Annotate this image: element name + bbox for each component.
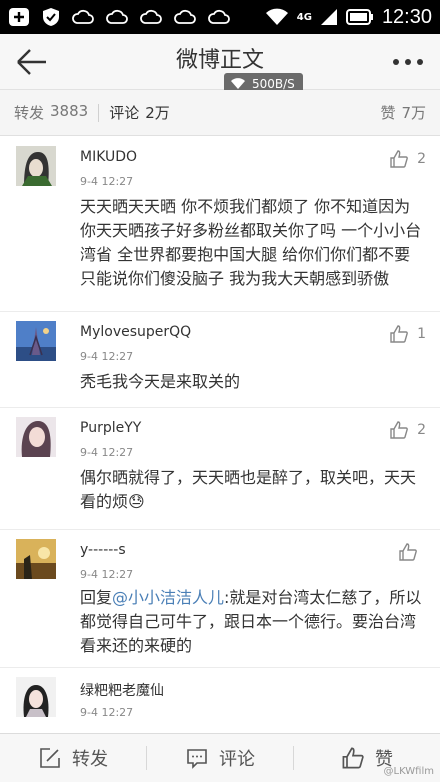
shield-check-icon (43, 8, 59, 26)
comment-like-count: 2 (417, 151, 426, 167)
tab-likes-label: 赞 (380, 104, 396, 122)
thumbs-up-icon (399, 543, 417, 561)
cloud-icon (106, 9, 128, 24)
comment-like-button[interactable]: 2 (389, 420, 426, 440)
mention-link[interactable]: @小小洁洁人儿 (112, 588, 224, 607)
clock: 12:30 (381, 5, 432, 28)
comment-item: PurpleYY 9-4 12:27 2 偶尔晒就得了，天天晒也是醉了，取关吧，… (0, 408, 440, 530)
avatar[interactable] (16, 146, 56, 186)
tab-comments-count: 2万 (145, 104, 170, 122)
repost-label: 转发 (72, 749, 108, 770)
comment-item: 绿粑粑老魔仙 9-4 12:27 (0, 668, 440, 733)
reply-prefix: 回复 (80, 588, 113, 607)
comment-author[interactable]: PurpleYY (80, 420, 141, 436)
thumbs-up-icon (342, 747, 364, 769)
thumbs-up-icon (390, 150, 408, 168)
comment-time: 9-4 12:27 (80, 706, 134, 719)
comment-author[interactable]: y------s (80, 542, 126, 558)
tab-comments[interactable]: 评论 2万 (109, 102, 170, 123)
signal-icon (320, 9, 337, 25)
comment-time: 9-4 12:27 (80, 175, 134, 188)
avatar[interactable] (16, 417, 56, 457)
comment-text-block: 回复@小小洁洁人儿:就是对台湾太仁慈了，所以都觉得自己可牛了，跟日本一个德行。要… (80, 586, 424, 658)
title-bar: 微博正文 (0, 34, 440, 90)
avatar[interactable] (16, 539, 56, 579)
thumbs-up-icon (390, 421, 408, 439)
comment-text: 天天晒天天晒 你不烦我们都烦了 你不知道因为你天天晒孩子好多粉丝都取关你了吗 一… (80, 197, 422, 288)
wifi-icon (265, 8, 288, 25)
cloud-icon (140, 9, 162, 24)
page-title: 微博正文 (175, 48, 264, 73)
more-dots-icon (393, 59, 423, 65)
comment-like-count: 2 (417, 422, 426, 438)
battery-icon (345, 9, 373, 25)
status-bar: 4G 12:30 (0, 0, 440, 34)
tab-reposts-label: 转发 (14, 104, 45, 122)
comment-like-button[interactable] (398, 542, 426, 562)
sweat-emoji-icon: 😓 (128, 492, 145, 511)
comment-author[interactable]: MIKUDO (80, 149, 137, 165)
comment-item: MylovesuperQQ 9-4 12:27 1 秃毛我今天是来取关的 (0, 312, 440, 408)
comment-author[interactable]: 绿粑粑老魔仙 (80, 680, 164, 700)
comment-like-button[interactable]: 1 (389, 324, 426, 344)
comment-author[interactable]: MylovesuperQQ (80, 324, 191, 340)
comment-list[interactable]: MIKUDO 9-4 12:27 2 天天晒天天晒 你不烦我们都烦了 你不知道因… (0, 137, 440, 733)
comment-text-block: 偶尔晒就得了，天天晒也是醉了，取关吧，天天看的烦😓 (80, 466, 424, 514)
post-stats-tabs: 转发 3883 评论 2万 赞 7万 (0, 90, 440, 136)
comment-time: 9-4 12:27 (80, 446, 134, 459)
more-options-button[interactable] (390, 46, 426, 78)
network-type: 4G (296, 11, 312, 23)
avatar[interactable] (16, 321, 56, 361)
comment-time: 9-4 12:27 (80, 568, 134, 581)
cloud-icon (174, 9, 196, 24)
tab-comments-label: 评论 (109, 104, 140, 122)
watermark: @LKWfilm (383, 766, 434, 777)
edit-share-icon (40, 748, 60, 768)
repost-button[interactable]: 转发 (0, 745, 146, 771)
comment-time: 9-4 12:27 (80, 350, 134, 363)
comment-like-button[interactable]: 2 (389, 149, 426, 169)
tab-divider (98, 103, 100, 122)
comment-bubble-icon (187, 749, 207, 769)
bottom-action-bar: 转发 评论 赞 (0, 733, 440, 782)
comment-like-count: 1 (417, 326, 426, 342)
cloud-icon (208, 9, 230, 24)
comment-button[interactable]: 评论 (147, 745, 293, 771)
tab-reposts-count: 3883 (50, 102, 89, 120)
tab-likes-count: 7万 (401, 104, 426, 122)
tab-likes[interactable]: 赞 7万 (380, 102, 426, 123)
tab-reposts[interactable]: 转发 3883 (14, 102, 88, 123)
comment-item: MIKUDO 9-4 12:27 2 天天晒天天晒 你不烦我们都烦了 你不知道因… (0, 137, 440, 312)
comment-text: 秃毛我今天是来取关的 (80, 372, 241, 391)
comment-label: 评论 (219, 749, 255, 770)
network-speed: 500B/S (252, 77, 295, 91)
plus-square-icon (9, 8, 29, 26)
cloud-icon (72, 9, 94, 24)
wifi-icon (231, 78, 245, 89)
comment-item: y------s 9-4 12:27 回复@小小洁洁人儿:就是对台湾太仁慈了，所… (0, 530, 440, 668)
thumbs-up-icon (390, 325, 408, 343)
avatar[interactable] (16, 677, 56, 717)
